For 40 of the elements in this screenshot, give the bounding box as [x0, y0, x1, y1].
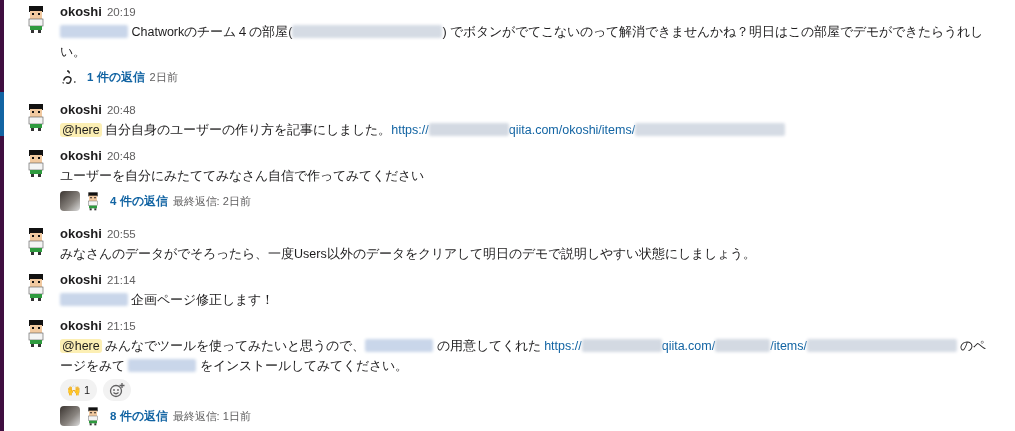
reaction-button[interactable]: 🙌 1 — [60, 379, 98, 401]
redacted-text — [128, 359, 197, 372]
author-name[interactable]: okoshi — [60, 318, 102, 333]
author-name[interactable]: okoshi — [60, 102, 102, 117]
url-link[interactable]: https:// qiita.com/ /items/ — [544, 339, 957, 353]
message-text: みなさんのデータがでそろったら、一度Users以外のデータをクリアして明日のデモで説明しやすい状態にしましょう。 — [60, 246, 757, 263]
replies-link[interactable]: 1 件の返信 — [87, 69, 145, 85]
last-reply-time: 2日前 — [149, 69, 178, 85]
author-name[interactable]: okoshi — [60, 226, 102, 241]
replies-link[interactable]: 4 件の返信 — [110, 193, 168, 209]
message-text: @here 自分自身のユーザーの作り方を記事にしました。https:// qiita.com/okoshi/items/ — [60, 120, 995, 140]
mention-tag[interactable]: @here — [60, 339, 102, 353]
photo-placeholder — [60, 406, 80, 426]
avatar-icon — [85, 406, 101, 426]
last-reply-time: 最終返信: 1日前 — [172, 408, 251, 424]
timestamp[interactable]: 20:19 — [106, 6, 136, 18]
redacted-text — [365, 339, 434, 352]
message-text: @here みんなでツールを使ってみたいと思うので、 の用意してくれた https:// qiita.com/ /items/ のページをみて をインストールしてみてください。 — [60, 338, 988, 375]
last-reply-time: 最終返信: 2日前 — [172, 193, 251, 209]
avatar-icon — [60, 68, 78, 86]
url-link[interactable]: https:// qiita.com/okoshi/items/ — [391, 123, 786, 137]
smiley-plus-icon — [109, 382, 126, 398]
mention-tag[interactable]: @here — [60, 123, 102, 137]
timestamp[interactable]: 20:48 — [106, 150, 136, 162]
message-text: ユーザーを自分にみたててみなさん自信で作ってみてください — [60, 168, 425, 185]
author-name[interactable]: okoshi — [60, 272, 102, 287]
message-text: Chatworkのチーム４の部屋( ) でボタンがでてこないのって解消できませんかね？明日はこの部屋でデモができたらうれしい。 — [60, 24, 985, 61]
add-reaction-button[interactable] — [103, 379, 132, 401]
photo-placeholder — [60, 191, 80, 211]
timestamp[interactable]: 20:55 — [106, 228, 136, 240]
message-text: 企画ページ修正します！ — [60, 290, 995, 310]
author-name[interactable]: okoshi — [60, 4, 102, 19]
timestamp[interactable]: 20:48 — [106, 104, 136, 116]
redacted-text — [60, 293, 128, 306]
author-name[interactable]: okoshi — [60, 148, 102, 163]
timestamp[interactable]: 21:15 — [106, 320, 136, 332]
replies-link[interactable]: 8 件の返信 — [110, 408, 168, 424]
redacted-text — [60, 25, 128, 38]
avatar-icon — [85, 191, 101, 211]
timestamp[interactable]: 21:14 — [106, 274, 136, 286]
